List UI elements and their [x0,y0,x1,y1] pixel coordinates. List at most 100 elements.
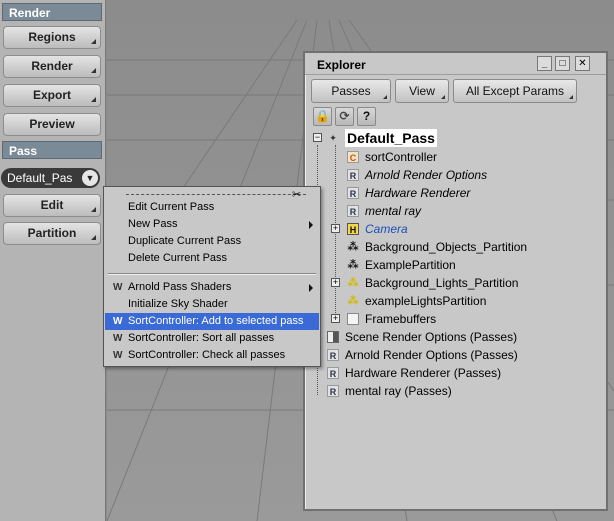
render-options-icon: R [347,205,359,217]
tree-item-arnold-render-options[interactable]: R Arnold Render Options [305,166,605,184]
tree-item-scene-render-options[interactable]: Scene Render Options (Passes) [305,328,605,346]
render-button-label: Render [31,59,73,73]
pass-icon: ✦ [329,133,337,143]
tree-item-example-lights-partition[interactable]: ⁂ exampleLightsPartition [305,292,605,310]
partition-icon: ⁂ [347,241,359,253]
tree-item-label: Background_Objects_Partition [365,240,528,254]
lock-icon[interactable]: 🔒 [313,107,332,126]
plugin-w-icon: W [113,282,123,293]
folder-icon [347,313,359,325]
regions-button[interactable]: Regions [3,26,101,49]
render-options-icon: R [327,367,339,379]
menu-item-initialize-sky-shader[interactable]: Initialize Sky Shader [105,296,319,313]
explorer-title: Explorer [317,58,366,72]
regions-button-label: Regions [28,30,76,44]
tree-item-label: sortController [365,150,438,164]
tree-item-default-pass[interactable]: − ✦ Default_Pass [305,129,605,147]
menu-item-label: SortController: Add to selected pass [128,315,304,327]
corner-arrow-icon [441,95,445,99]
menu-item-label: Delete Current Pass [128,252,228,264]
current-pass-dropdown[interactable]: Default_Pas ▼ [1,168,100,188]
submenu-arrow-icon [309,284,313,292]
current-pass-value: Default_Pas [7,171,73,185]
tree-item-example-partition[interactable]: ⁂ ExamplePartition [305,256,605,274]
render-options-icon: R [347,187,359,199]
corner-arrow-icon [91,39,96,44]
menu-item-label: New Pass [128,218,178,230]
corner-arrow-icon [91,235,96,240]
menu-item-sortcontroller-add[interactable]: W SortController: Add to selected pass [105,313,319,330]
tree-item-hardware-renderer[interactable]: R Hardware Renderer [305,184,605,202]
tree-item-label: Arnold Render Options (Passes) [345,348,518,362]
tree-item-background-lights-partition[interactable]: + ⁂ Background_Lights_Partition [305,274,605,292]
export-button[interactable]: Export [3,84,101,107]
maximize-icon[interactable]: □ [555,56,570,71]
plugin-w-icon: W [113,333,123,344]
tree-item-sortcontroller[interactable]: C sortController [305,148,605,166]
tree-item-label: Hardware Renderer [365,186,471,200]
plugin-w-icon: W [113,316,123,327]
scene-options-icon [327,331,339,343]
menu-item-new-pass[interactable]: New Pass [105,216,319,233]
tree-item-mental-ray-passes[interactable]: R mental ray (Passes) [305,382,605,400]
corner-arrow-icon [91,207,96,212]
collapse-icon[interactable]: − [313,133,322,142]
passes-scope-button[interactable]: Passes [311,79,391,103]
pass-section-header: Pass [2,141,102,159]
menu-item-edit-current-pass[interactable]: Edit Current Pass [105,199,319,216]
preview-button[interactable]: Preview [3,113,101,136]
submenu-arrow-icon [309,221,313,229]
corner-arrow-icon [383,95,387,99]
chevron-down-icon: ▼ [82,170,98,186]
tree-item-arnold-render-options-passes[interactable]: R Arnold Render Options (Passes) [305,346,605,364]
tree-item-background-objects-partition[interactable]: ⁂ Background_Objects_Partition [305,238,605,256]
menu-item-delete-current-pass[interactable]: Delete Current Pass [105,250,319,267]
menu-item-sortcontroller-sort-all[interactable]: W SortController: Sort all passes [105,330,319,347]
explorer-titlebar[interactable]: Explorer _ □ ✕ [305,53,606,75]
tree-item-framebuffers[interactable]: + Framebuffers [305,310,605,328]
partition-button[interactable]: Partition [3,222,101,245]
help-icon[interactable]: ? [357,107,376,126]
view-button[interactable]: View [395,79,449,103]
filter-button[interactable]: All Except Params [453,79,577,103]
expand-icon[interactable]: + [331,314,340,323]
expand-icon[interactable]: + [331,224,340,233]
menu-item-label: Edit Current Pass [128,201,215,213]
view-label: View [409,84,435,98]
tree-item-label: Hardware Renderer (Passes) [345,366,502,380]
passes-label: Passes [331,84,371,98]
menu-item-duplicate-current-pass[interactable]: Duplicate Current Pass [105,233,319,250]
edit-pass-button[interactable]: Edit [3,194,101,217]
filter-label: All Except Params [465,84,565,98]
minimize-icon[interactable]: _ [537,56,552,71]
menu-tearoff[interactable] [126,194,306,195]
tree-item-mental-ray[interactable]: R mental ray [305,202,605,220]
explorer-window: Explorer _ □ ✕ Passes View All Except Pa… [303,51,608,511]
menu-item-arnold-pass-shaders[interactable]: W Arnold Pass Shaders [105,279,319,296]
close-icon[interactable]: ✕ [575,56,590,71]
menu-item-label: Duplicate Current Pass [128,235,242,247]
refresh-icon[interactable]: ⟳ [335,107,354,126]
light-partition-icon: ⁂ [347,295,359,307]
tree-item-label: mental ray [365,204,422,218]
preview-button-label: Preview [29,117,75,131]
menu-item-label: SortController: Check all passes [128,349,286,361]
partition-button-label: Partition [27,226,77,240]
tree-item-label: ExamplePartition [365,258,456,272]
tree-item-camera[interactable]: + H Camera [305,220,605,238]
edit-button-label: Edit [40,198,64,212]
render-button[interactable]: Render [3,55,101,78]
export-button-label: Export [32,88,71,102]
tree-item-label: mental ray (Passes) [345,384,452,398]
corner-arrow-icon [91,68,96,73]
render-section-header: Render [2,3,102,21]
expand-icon[interactable]: + [331,278,340,287]
tree-item-hardware-renderer-passes[interactable]: R Hardware Renderer (Passes) [305,364,605,382]
tree-item-label: Framebuffers [365,312,437,326]
menu-separator [108,273,316,275]
explorer-tree: − ✦ Default_Pass C sortController R Arno… [305,129,606,509]
menu-item-sortcontroller-check-all[interactable]: W SortController: Check all passes [105,347,319,364]
menu-item-label: Initialize Sky Shader [128,298,228,310]
tree-item-label: Arnold Render Options [365,168,488,182]
render-toolbar: Render Regions Render Export Preview Pas… [0,0,106,521]
